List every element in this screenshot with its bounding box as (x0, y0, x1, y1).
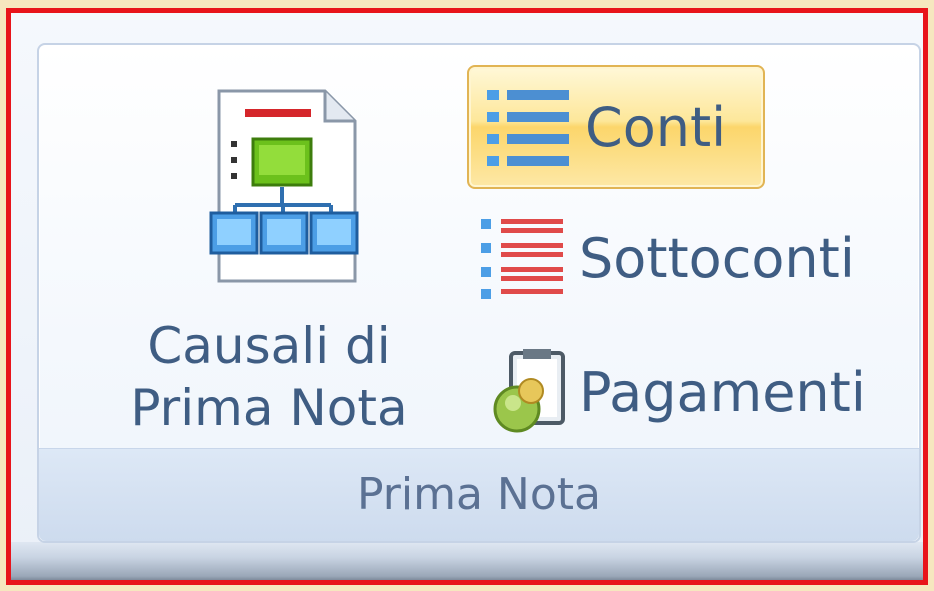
causali-label-line1: Causali di (147, 317, 391, 375)
sottoconti-button[interactable]: Sottoconti (477, 203, 917, 313)
screenshot-frame: Causali di Prima Nota Conti Sottoconti P… (6, 8, 928, 585)
payment-icon (487, 347, 569, 437)
pagamenti-label: Pagamenti (579, 360, 866, 424)
sublist-icon (477, 213, 569, 303)
pagamenti-button[interactable]: Pagamenti (487, 337, 923, 447)
ribbon-bottom-edge (11, 542, 923, 580)
group-title: Prima Nota (39, 448, 919, 541)
conti-button[interactable]: Conti (467, 65, 765, 189)
conti-label: Conti (585, 95, 727, 159)
causali-label-line2: Prima Nota (130, 379, 408, 437)
list-icon (483, 84, 575, 170)
sottoconti-label: Sottoconti (579, 226, 855, 290)
document-network-icon (205, 83, 375, 293)
causali-di-prima-nota-button[interactable]: Causali di Prima Nota (99, 83, 439, 463)
ribbon-group-prima-nota: Causali di Prima Nota Conti Sottoconti P… (37, 43, 921, 543)
